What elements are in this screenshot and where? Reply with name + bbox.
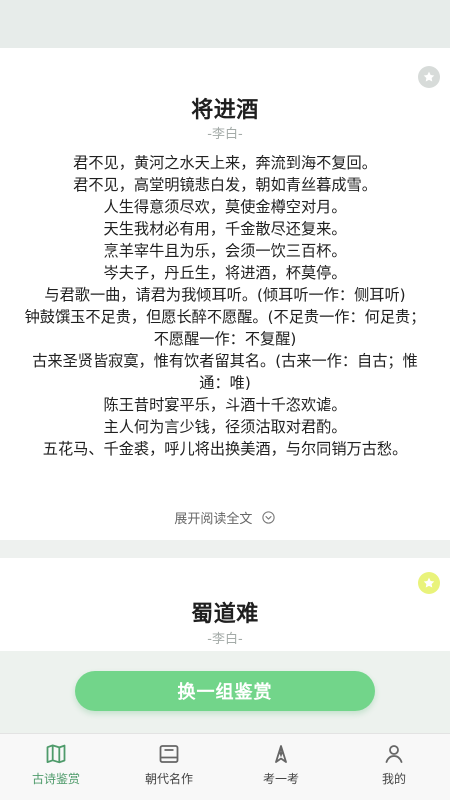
nav-label: 考一考: [262, 772, 299, 786]
nav-item-quiz[interactable]: 考一考: [225, 742, 337, 790]
nav-label: 古诗鉴赏: [31, 772, 80, 786]
swap-set-button[interactable]: 换一组鉴赏: [75, 671, 375, 711]
nav-item-dynasty-works[interactable]: 朝代名作: [113, 742, 225, 790]
chevron-down-icon: [257, 511, 276, 527]
read-full-text-link[interactable]: 展开阅读全文: [0, 508, 450, 527]
poem-line: 君不见，黄河之水天上来，奔流到海不复回。: [73, 154, 377, 172]
poem-line: 陈王昔时宴平乐，斗酒十千恣欢谑。: [103, 396, 347, 414]
bottom-navigation: 古诗鉴赏 朝代名作 考一考 我的: [0, 733, 450, 800]
read-more-label: 展开阅读全文: [174, 512, 253, 527]
poem-line: 主人何为言少钱，径须沽取对君酌。: [103, 418, 347, 436]
user-icon: [382, 742, 406, 766]
poem-body: 君不见，黄河之水天上来，奔流到海不复回。 君不见，高堂明镜悲白发，朝如青丝暮成雪…: [18, 152, 432, 460]
poem-line: 岑夫子，丹丘生，将进酒，杯莫停。: [103, 264, 347, 282]
nav-item-classic-appreciation[interactable]: 古诗鉴赏: [0, 742, 112, 790]
nav-label: 朝代名作: [144, 772, 193, 786]
poem-title: 将进酒: [191, 98, 259, 123]
nav-item-profile[interactable]: 我的: [338, 742, 450, 790]
book-map-icon: [44, 742, 68, 766]
poem-line: 五花马、千金裘，呼儿将出换美酒，与尔同销万古愁。: [42, 440, 408, 458]
star-icon: [422, 576, 436, 590]
favorite-button[interactable]: [418, 66, 440, 88]
favorite-button[interactable]: [418, 572, 440, 594]
nav-label: 我的: [381, 772, 406, 786]
pen-nib-icon: [269, 742, 293, 766]
star-icon: [422, 70, 436, 84]
poem-line: 君不见，高堂明镜悲白发，朝如青丝暮成雪。: [73, 176, 377, 194]
poem-title: 蜀道难: [191, 602, 259, 627]
poem-line: 天生我材必有用，千金散尽还复来。: [103, 220, 347, 238]
poem-author: -李白-: [207, 127, 243, 142]
poem-card: 蜀道难 -李白-: [0, 558, 450, 660]
poem-line: 烹羊宰牛且为乐，会须一饮三百杯。: [103, 242, 347, 260]
window-icon: [157, 742, 181, 766]
poem-author: -李白-: [207, 632, 243, 647]
poem-line: 与君歌一曲，请君为我倾耳听。(倾耳听一作：侧耳听): [44, 286, 406, 304]
poem-line: 古来圣贤皆寂寞，惟有饮者留其名。(古来一作：自古；惟通：唯): [32, 352, 418, 392]
poem-line: 钟鼓馔玉不足贵，但愿长醉不愿醒。(不足贵一作：何足贵；不愿醒一作：不复醒): [24, 308, 426, 348]
poem-card: 将进酒 -李白- 君不见，黄河之水天上来，奔流到海不复回。 君不见，高堂明镜悲白…: [0, 48, 450, 540]
top-strip: [0, 0, 450, 48]
poem-line: 人生得意须尽欢，莫使金樽空对月。: [103, 198, 347, 216]
